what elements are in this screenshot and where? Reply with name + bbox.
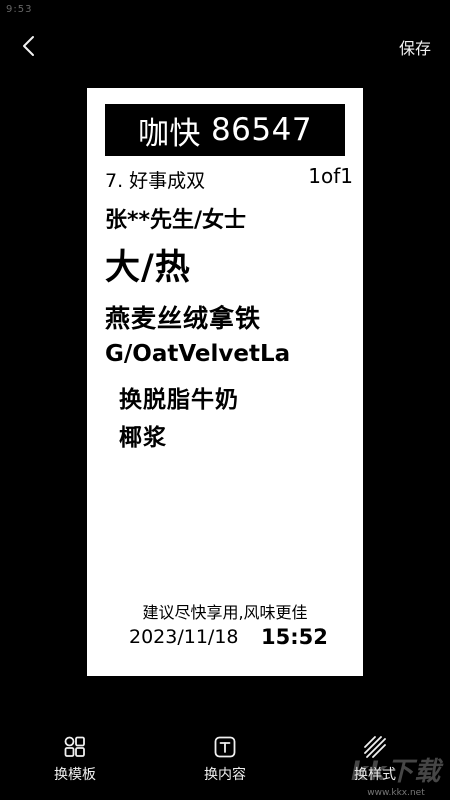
brand-name: 咖快	[137, 115, 201, 152]
modifier-item: 椰浆	[119, 425, 167, 451]
product-name-cn: 燕麦丝绒拿铁	[105, 304, 262, 333]
enjoy-tip: 建议尽快享用,风味更佳	[142, 603, 308, 622]
order-date: 2023/11/18	[129, 626, 239, 648]
save-button[interactable]: 保存	[399, 35, 431, 59]
change-template-label: 换模板	[54, 767, 96, 783]
product-name-en: G/OatVelvetLa	[105, 341, 291, 367]
modifier-item: 换脱脂牛奶	[119, 387, 239, 413]
back-button[interactable]	[14, 31, 44, 61]
watermark: kk下载 www.kkx.net	[346, 751, 446, 798]
size-temperature: 大/热	[105, 248, 191, 288]
order-time: 15:52	[261, 625, 328, 649]
text-box-icon	[214, 736, 236, 758]
order-count: 1of1	[308, 164, 353, 188]
grid-template-icon	[64, 736, 85, 757]
status-time: 9:53	[6, 4, 33, 15]
chevron-left-icon	[23, 36, 34, 56]
customer-name: 张**先生/女士	[105, 208, 247, 233]
change-content-button[interactable]: 换内容	[180, 735, 270, 784]
watermark-url: www.kkx.net	[367, 788, 425, 798]
order-line: 7. 好事成双	[105, 170, 206, 192]
change-content-label: 换内容	[204, 767, 246, 783]
change-template-button[interactable]: 换模板	[30, 735, 120, 784]
order-number: 86547	[210, 112, 313, 148]
receipt-header: 咖快 86547	[105, 104, 345, 156]
watermark-logo: kk下载	[350, 757, 442, 787]
receipt-preview: 咖快 86547 7. 好事成双 1of1 张**先生/女士 大/热 燕麦丝绒拿…	[87, 88, 363, 676]
